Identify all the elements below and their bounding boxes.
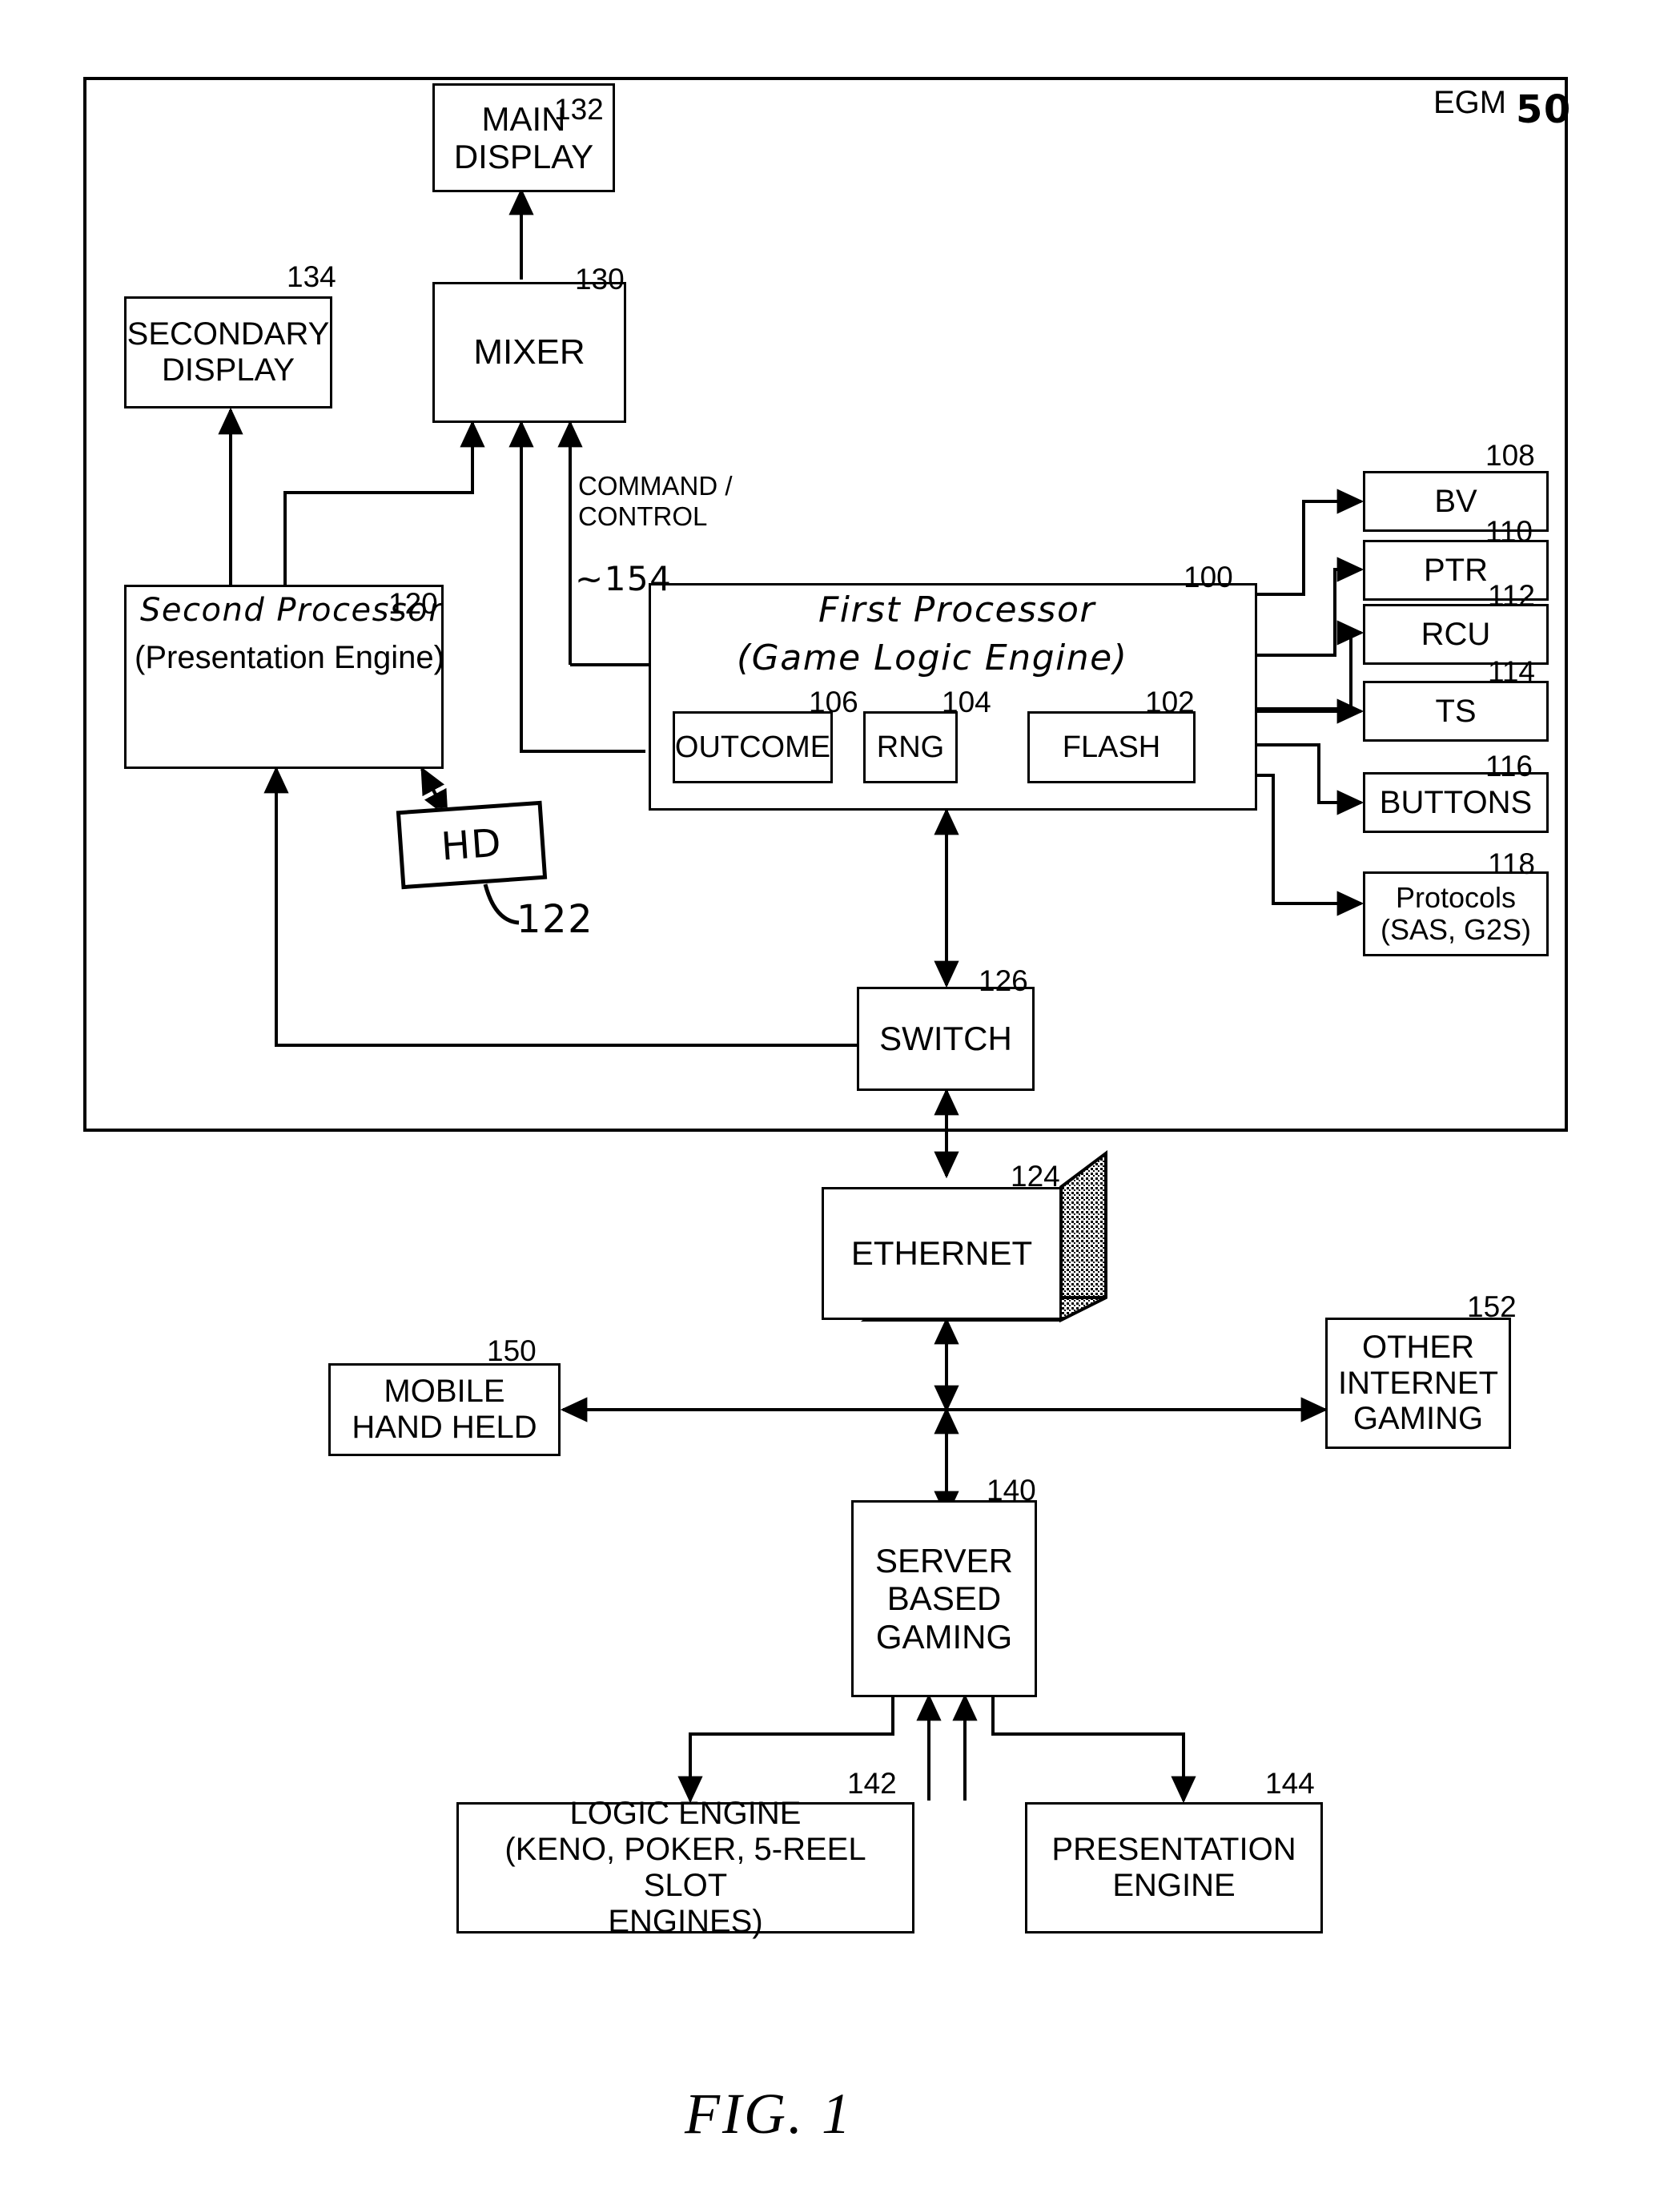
protocols-label: Protocols (SAS, G2S) xyxy=(1380,880,1532,946)
figure-canvas: EGM 50 MAIN DISPLAY 132 SECONDARY DISPLA… xyxy=(0,0,1680,2189)
server-based-gaming-ref: 140 xyxy=(987,1474,1036,1507)
flash-label: FLASH xyxy=(1062,730,1161,764)
switch-box[interactable]: SWITCH xyxy=(857,987,1035,1091)
hd-ref-number: 122 xyxy=(516,897,594,942)
first-processor-hand-label-1: First Processor xyxy=(818,590,1095,630)
ethernet-box[interactable]: ETHERNET xyxy=(822,1187,1062,1320)
egm-ref-number: 50 xyxy=(1516,87,1572,132)
rng-label: RNG xyxy=(876,730,945,764)
rcu-label: RCU xyxy=(1421,616,1491,652)
outcome-box[interactable]: OUTCOME xyxy=(673,711,833,783)
server-based-gaming-box[interactable]: SERVER BASED GAMING xyxy=(851,1500,1037,1697)
flash-ref: 102 xyxy=(1145,686,1195,718)
buttons-label: BUTTONS xyxy=(1379,784,1533,820)
other-internet-gaming-ref: 152 xyxy=(1467,1290,1517,1323)
rng-ref: 104 xyxy=(942,686,991,718)
mobile-hand-held-box[interactable]: MOBILE HAND HELD xyxy=(328,1363,561,1456)
ref-154-annotation: ~154 xyxy=(575,559,673,598)
bv-ref: 108 xyxy=(1485,439,1535,472)
other-internet-gaming-box[interactable]: OTHER INTERNET GAMING xyxy=(1325,1318,1511,1449)
second-processor-label: (Presentation Engine) xyxy=(135,640,444,675)
mobile-hand-held-ref: 150 xyxy=(487,1334,537,1367)
ts-box[interactable]: TS xyxy=(1363,681,1549,742)
protocols-box[interactable]: Protocols (SAS, G2S) xyxy=(1363,871,1549,956)
flash-box[interactable]: FLASH xyxy=(1027,711,1196,783)
first-processor-ref: 100 xyxy=(1184,561,1233,594)
first-processor-hand-label-2: (Game Logic Engine) xyxy=(737,638,1128,678)
second-processor-ref: 120 xyxy=(388,587,438,620)
mixer-ref: 130 xyxy=(575,263,625,296)
presentation-engine-box[interactable]: PRESENTATION ENGINE xyxy=(1025,1802,1323,1933)
ptr-ref: 110 xyxy=(1485,515,1533,548)
secondary-display-box[interactable]: SECONDARY DISPLAY xyxy=(124,296,332,408)
outcome-label: OUTCOME xyxy=(674,730,831,764)
switch-ref: 126 xyxy=(979,964,1028,997)
logic-engine-label: LOGIC ENGINE (KENO, POKER, 5-REEL SLOT E… xyxy=(504,1796,866,1939)
secondary-display-label: SECONDARY DISPLAY xyxy=(127,316,330,388)
mixer-label: MIXER xyxy=(473,332,585,372)
figure-caption: FIG. 1 xyxy=(685,2082,853,2146)
egm-label: EGM xyxy=(1433,85,1507,120)
other-internet-gaming-label: OTHER INTERNET GAMING xyxy=(1338,1329,1498,1437)
hd-box[interactable]: HD xyxy=(396,800,548,890)
main-display-ref: 132 xyxy=(554,93,604,126)
mixer-box[interactable]: MIXER xyxy=(432,282,626,423)
mobile-hand-held-label: MOBILE HAND HELD xyxy=(352,1374,537,1445)
rng-box[interactable]: RNG xyxy=(863,711,958,783)
rcu-ref: 112 xyxy=(1488,579,1535,612)
server-based-gaming-label: SERVER BASED GAMING xyxy=(875,1542,1013,1656)
ethernet-label: ETHERNET xyxy=(850,1234,1033,1273)
buttons-ref: 116 xyxy=(1485,750,1533,783)
bv-label: BV xyxy=(1434,483,1477,519)
logic-engine-box[interactable]: LOGIC ENGINE (KENO, POKER, 5-REEL SLOT E… xyxy=(456,1796,914,1939)
ts-ref: 114 xyxy=(1488,655,1535,688)
outcome-ref: 106 xyxy=(809,686,858,718)
presentation-engine-ref: 144 xyxy=(1265,1767,1315,1800)
secondary-display-ref: 134 xyxy=(287,260,336,293)
command-control-label: COMMAND / CONTROL xyxy=(578,471,733,531)
protocols-ref: 118 xyxy=(1488,847,1535,880)
presentation-engine-label: PRESENTATION ENGINE xyxy=(1051,1832,1296,1903)
switch-label: SWITCH xyxy=(879,1020,1012,1058)
ptr-label: PTR xyxy=(1424,552,1488,588)
hd-label: HD xyxy=(440,820,504,870)
ts-label: TS xyxy=(1435,693,1477,729)
logic-engine-ref: 142 xyxy=(847,1767,897,1800)
